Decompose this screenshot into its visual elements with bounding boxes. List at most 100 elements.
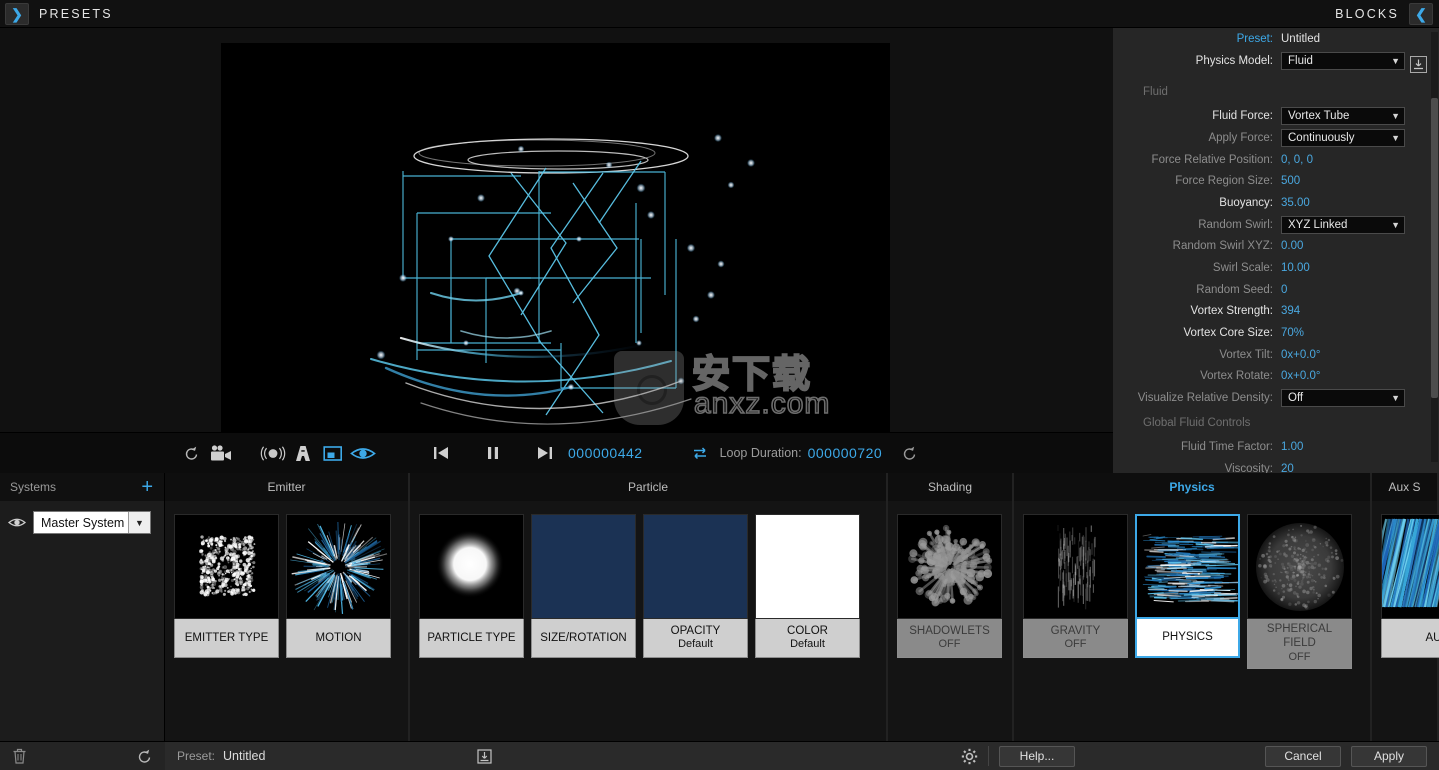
block-tile-caption[interactable]: AU: [1381, 619, 1439, 658]
block-category-emitter[interactable]: Emitter: [165, 473, 410, 501]
block-tile-particle-type[interactable]: PARTICLE TYPE: [419, 514, 524, 658]
resolution-icon[interactable]: [318, 438, 348, 468]
save-preset-icon[interactable]: [477, 748, 493, 764]
loop-reset-icon[interactable]: [894, 438, 924, 468]
property-dropdown-value: Fluid: [1288, 54, 1313, 67]
property-label: Viscosity:: [1224, 462, 1273, 473]
block-tile-caption[interactable]: PHYSICS: [1135, 619, 1240, 658]
bottom-right-group: Help... Cancel Apply: [961, 745, 1439, 767]
chevron-right-icon[interactable]: ❯: [5, 2, 29, 25]
property-value[interactable]: 20: [1281, 463, 1294, 473]
block-tile-caption[interactable]: PARTICLE TYPE: [419, 619, 524, 658]
block-tile-motion[interactable]: MOTION: [286, 514, 391, 658]
block-tile-caption[interactable]: OPACITY Default: [643, 619, 748, 658]
block-tile-title: SIZE/ROTATION: [540, 631, 627, 644]
chevron-down-icon: ▼: [1391, 55, 1400, 66]
properties-panel: Preset: Untitled Physics Model: Fluid ▼ Fluid…: [1113, 28, 1439, 473]
property-value[interactable]: Untitled: [1281, 33, 1320, 45]
loop-duration-value[interactable]: 000000720: [808, 445, 883, 461]
block-tile-caption[interactable]: SIZE/ROTATION: [531, 619, 636, 658]
property-section-header: Fluid: [1143, 85, 1168, 98]
property-value[interactable]: 0x+0.0°: [1281, 370, 1320, 382]
current-frame-value[interactable]: 000000442: [568, 445, 643, 461]
property-label: Visualize Relative Density:: [1137, 392, 1273, 405]
block-tile-au[interactable]: AU: [1381, 514, 1439, 658]
block-tile-physics[interactable]: PHYSICS: [1135, 514, 1240, 658]
block-tile-spherical-field[interactable]: SPHERICAL FIELD OFF: [1247, 514, 1352, 669]
preset-value[interactable]: Untitled: [223, 749, 265, 763]
block-tile-caption[interactable]: GRAVITY OFF: [1023, 619, 1128, 658]
block-category-physics[interactable]: Physics: [1014, 473, 1372, 501]
trash-icon[interactable]: [12, 748, 27, 764]
property-value[interactable]: 0x+0.0°: [1281, 349, 1320, 361]
gear-icon[interactable]: [961, 748, 978, 765]
block-category-aux-s[interactable]: Aux S: [1372, 473, 1439, 501]
block-tile-caption[interactable]: MOTION: [286, 619, 391, 658]
preset-label: Preset:: [177, 749, 216, 763]
block-tile-gravity[interactable]: GRAVITY OFF: [1023, 514, 1128, 658]
property-label: Vortex Core Size:: [1183, 327, 1273, 340]
property-dropdown[interactable]: XYZ Linked ▼: [1281, 215, 1405, 234]
block-tile-caption[interactable]: COLOR Default: [755, 619, 860, 658]
property-value[interactable]: 70%: [1281, 327, 1304, 339]
block-tile-size-rotation[interactable]: SIZE/ROTATION: [531, 514, 636, 658]
lighting-icon[interactable]: [288, 438, 318, 468]
property-value[interactable]: 0, 0, 0: [1281, 154, 1313, 166]
block-tile-color[interactable]: COLOR Default: [755, 514, 860, 658]
particle-canvas[interactable]: 安下载 anxz.com: [221, 43, 890, 432]
system-selector[interactable]: Master System ▼: [33, 511, 151, 534]
camera-icon[interactable]: [206, 438, 236, 468]
block-category-particle[interactable]: Particle: [410, 473, 888, 501]
properties-scrollbar[interactable]: [1431, 32, 1438, 462]
property-value[interactable]: 35.00: [1281, 197, 1310, 209]
property-value[interactable]: 1.00: [1281, 441, 1303, 453]
block-group-physics: GRAVITY OFF PHYSICS SPHERICAL FIELD OFF: [1014, 501, 1372, 741]
block-tile-shadowlets[interactable]: SHADOWLETS OFF: [897, 514, 1002, 658]
chevron-down-icon: ▼: [1391, 111, 1400, 122]
property-value[interactable]: 500: [1281, 175, 1300, 187]
eye-icon[interactable]: [8, 516, 26, 529]
block-tile-caption[interactable]: EMITTER TYPE: [174, 619, 279, 658]
aux-streaks-thumb: [1381, 514, 1439, 619]
block-tile-caption[interactable]: SPHERICAL FIELD OFF: [1247, 619, 1352, 669]
property-row: Force Region Size: 500: [1113, 170, 1431, 192]
visibility-icon[interactable]: [348, 438, 378, 468]
reset-icon[interactable]: [136, 748, 153, 765]
block-category-shading[interactable]: Shading: [888, 473, 1014, 501]
property-value[interactable]: 0: [1281, 284, 1287, 296]
property-value[interactable]: 10.00: [1281, 262, 1310, 274]
chevron-left-icon[interactable]: ❮: [1409, 2, 1433, 25]
cancel-button[interactable]: Cancel: [1265, 745, 1341, 767]
skip-forward-icon[interactable]: [530, 438, 560, 468]
help-button[interactable]: Help...: [999, 745, 1075, 767]
block-tile-subtitle: OFF: [1064, 638, 1087, 651]
save-preset-icon[interactable]: [1410, 56, 1427, 73]
reset-icon[interactable]: [176, 438, 206, 468]
property-value[interactable]: 394: [1281, 305, 1300, 317]
chevron-down-icon[interactable]: ▼: [128, 512, 150, 533]
property-label: Vortex Strength:: [1190, 305, 1273, 318]
scrollbar-thumb[interactable]: [1431, 98, 1438, 398]
block-tile-caption[interactable]: SHADOWLETS OFF: [897, 619, 1002, 658]
skip-back-icon[interactable]: [426, 438, 456, 468]
property-dropdown[interactable]: Off ▼: [1281, 389, 1405, 408]
pause-icon[interactable]: [478, 438, 508, 468]
presets-title: PRESETS: [39, 6, 113, 21]
system-name[interactable]: Master System: [34, 512, 128, 533]
property-dropdown[interactable]: Fluid ▼: [1281, 51, 1405, 70]
block-tile-opacity[interactable]: OPACITY Default: [643, 514, 748, 658]
plus-icon[interactable]: +: [141, 477, 153, 497]
block-category-label: Particle: [627, 480, 668, 494]
property-row: Vortex Core Size: 70%: [1113, 322, 1431, 344]
property-dropdown[interactable]: Vortex Tube ▼: [1281, 107, 1405, 126]
loop-icon[interactable]: [685, 438, 715, 468]
property-dropdown[interactable]: Continuously ▼: [1281, 128, 1405, 147]
block-group-shading: SHADOWLETS OFF: [888, 501, 1014, 741]
motion-blur-icon[interactable]: [258, 438, 288, 468]
block-tile-title: GRAVITY: [1050, 624, 1101, 637]
property-value[interactable]: 0.00: [1281, 240, 1303, 252]
viewport[interactable]: 安下载 anxz.com: [0, 28, 1113, 432]
block-tile-emitter-type[interactable]: EMITTER TYPE: [174, 514, 279, 658]
apply-button[interactable]: Apply: [1351, 745, 1427, 767]
property-row: Force Relative Position: 0, 0, 0: [1113, 149, 1431, 171]
